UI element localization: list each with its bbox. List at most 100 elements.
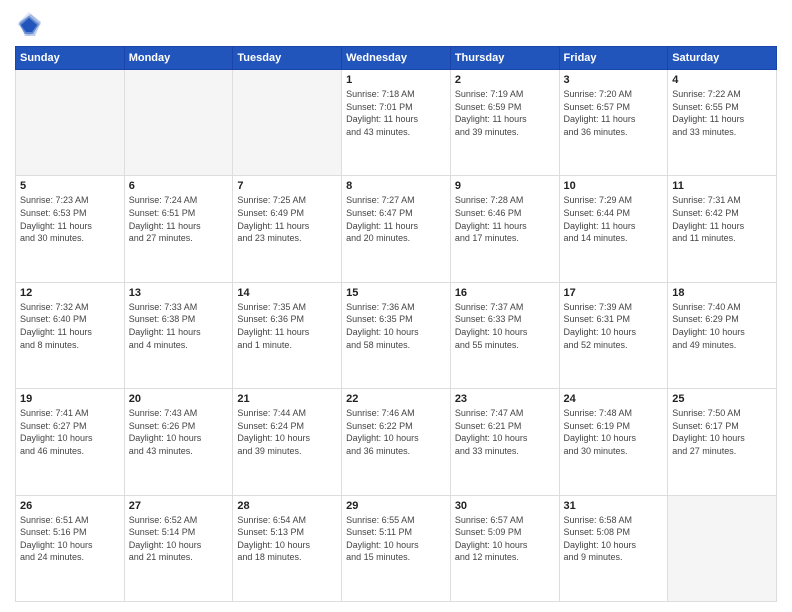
day-info: Sunrise: 7:41 AM Sunset: 6:27 PM Dayligh…: [20, 407, 120, 457]
calendar-cell: 26Sunrise: 6:51 AM Sunset: 5:16 PM Dayli…: [16, 495, 125, 601]
calendar-cell: 4Sunrise: 7:22 AM Sunset: 6:55 PM Daylig…: [668, 70, 777, 176]
calendar-cell: 5 Sunrise: 7:23 AM Sunset: 6:53 PM Daylig…: [16, 176, 125, 282]
calendar-cell: 3 Sunrise: 7:20 AM Sunset: 6:57 PM Daylig…: [559, 70, 668, 176]
day-number: 28: [237, 500, 337, 512]
day-info: Sunrise: 7:29 AM Sunset: 6:44 PM Dayligh…: [564, 194, 664, 244]
day-number: 10: [564, 180, 664, 192]
calendar-cell: 1 Sunrise: 7:18 AM Sunset: 7:01 PM Daylig…: [342, 70, 451, 176]
weekday-header-sunday: Sunday: [16, 47, 125, 70]
day-number: 30: [455, 500, 555, 512]
day-info: Sunrise: 7:48 AM Sunset: 6:19 PM Dayligh…: [564, 407, 664, 457]
day-number: 9: [455, 180, 555, 192]
calendar-cell: 18 Sunrise: 7:40 AM Sunset: 6:29 PM Dayli…: [668, 282, 777, 388]
day-number: 22: [346, 393, 446, 405]
calendar-cell: 29 Sunrise: 6:55 AM Sunset: 5:11 PM Dayli…: [342, 495, 451, 601]
calendar-cell: 27 Sunrise: 6:52 AM Sunset: 5:14 PM Dayli…: [124, 495, 233, 601]
calendar-cell: 10 Sunrise: 7:29 AM Sunset: 6:44 PM Dayli…: [559, 176, 668, 282]
day-number: 14: [237, 287, 337, 299]
weekday-header-wednesday: Wednesday: [342, 47, 451, 70]
day-info: Sunrise: 6:58 AM Sunset: 5:08 PM Dayligh…: [564, 514, 664, 564]
day-info: Sunrise: 7:44 AM Sunset: 6:24 PM Dayligh…: [237, 407, 337, 457]
day-info: Sunrise: 6:55 AM Sunset: 5:11 PM Dayligh…: [346, 514, 446, 564]
day-number: 12: [20, 287, 120, 299]
calendar-cell: 23 Sunrise: 7:47 AM Sunset: 6:21 PM Dayli…: [450, 389, 559, 495]
calendar-cell: [124, 70, 233, 176]
day-info: Sunrise: 7:31 AM Sunset: 6:42 PM Dayligh…: [672, 194, 772, 244]
weekday-header-saturday: Saturday: [668, 47, 777, 70]
day-info: Sunrise: 7:50 AM Sunset: 6:17 PM Dayligh…: [672, 407, 772, 457]
calendar-cell: 8Sunrise: 7:27 AM Sunset: 6:47 PM Daylig…: [342, 176, 451, 282]
calendar-table: SundayMondayTuesdayWednesdayThursdayFrid…: [15, 46, 777, 602]
day-number: 6: [129, 180, 229, 192]
day-number: 25: [672, 393, 772, 405]
calendar-week-1: 1 Sunrise: 7:18 AM Sunset: 7:01 PM Daylig…: [16, 70, 777, 176]
logo: [15, 10, 47, 38]
calendar-cell: 31 Sunrise: 6:58 AM Sunset: 5:08 PM Dayli…: [559, 495, 668, 601]
weekday-header-monday: Monday: [124, 47, 233, 70]
day-number: 17: [564, 287, 664, 299]
page: SundayMondayTuesdayWednesdayThursdayFrid…: [0, 0, 792, 612]
day-number: 11: [672, 180, 772, 192]
calendar-cell: 13Sunrise: 7:33 AM Sunset: 6:38 PM Dayli…: [124, 282, 233, 388]
day-info: Sunrise: 7:43 AM Sunset: 6:26 PM Dayligh…: [129, 407, 229, 457]
calendar-week-2: 5 Sunrise: 7:23 AM Sunset: 6:53 PM Daylig…: [16, 176, 777, 282]
calendar-cell: 21 Sunrise: 7:44 AM Sunset: 6:24 PM Dayli…: [233, 389, 342, 495]
day-info: Sunrise: 7:20 AM Sunset: 6:57 PM Dayligh…: [564, 88, 664, 138]
day-info: Sunrise: 7:27 AM Sunset: 6:47 PM Dayligh…: [346, 194, 446, 244]
day-number: 29: [346, 500, 446, 512]
day-number: 21: [237, 393, 337, 405]
day-info: Sunrise: 6:52 AM Sunset: 5:14 PM Dayligh…: [129, 514, 229, 564]
day-info: Sunrise: 7:18 AM Sunset: 7:01 PM Dayligh…: [346, 88, 446, 138]
day-number: 27: [129, 500, 229, 512]
day-info: Sunrise: 7:39 AM Sunset: 6:31 PM Dayligh…: [564, 301, 664, 351]
day-number: 13: [129, 287, 229, 299]
day-info: Sunrise: 7:28 AM Sunset: 6:46 PM Dayligh…: [455, 194, 555, 244]
day-number: 20: [129, 393, 229, 405]
day-number: 15: [346, 287, 446, 299]
day-info: Sunrise: 6:57 AM Sunset: 5:09 PM Dayligh…: [455, 514, 555, 564]
calendar-cell: 20 Sunrise: 7:43 AM Sunset: 6:26 PM Dayli…: [124, 389, 233, 495]
day-info: Sunrise: 7:46 AM Sunset: 6:22 PM Dayligh…: [346, 407, 446, 457]
day-info: Sunrise: 7:22 AM Sunset: 6:55 PM Dayligh…: [672, 88, 772, 138]
day-number: 31: [564, 500, 664, 512]
day-number: 24: [564, 393, 664, 405]
day-info: Sunrise: 7:37 AM Sunset: 6:33 PM Dayligh…: [455, 301, 555, 351]
day-info: Sunrise: 7:25 AM Sunset: 6:49 PM Dayligh…: [237, 194, 337, 244]
day-info: Sunrise: 7:35 AM Sunset: 6:36 PM Dayligh…: [237, 301, 337, 351]
calendar-cell: 11 Sunrise: 7:31 AM Sunset: 6:42 PM Dayli…: [668, 176, 777, 282]
calendar-cell: 30 Sunrise: 6:57 AM Sunset: 5:09 PM Dayli…: [450, 495, 559, 601]
calendar-cell: 19Sunrise: 7:41 AM Sunset: 6:27 PM Dayli…: [16, 389, 125, 495]
calendar-week-4: 19Sunrise: 7:41 AM Sunset: 6:27 PM Dayli…: [16, 389, 777, 495]
calendar-cell: 16 Sunrise: 7:37 AM Sunset: 6:33 PM Dayli…: [450, 282, 559, 388]
day-number: 2: [455, 74, 555, 86]
day-info: Sunrise: 7:23 AM Sunset: 6:53 PM Dayligh…: [20, 194, 120, 244]
day-number: 7: [237, 180, 337, 192]
calendar-cell: 22 Sunrise: 7:46 AM Sunset: 6:22 PM Dayli…: [342, 389, 451, 495]
calendar-cell: [668, 495, 777, 601]
day-number: 5: [20, 180, 120, 192]
day-number: 16: [455, 287, 555, 299]
day-info: Sunrise: 7:40 AM Sunset: 6:29 PM Dayligh…: [672, 301, 772, 351]
header: [15, 10, 777, 38]
calendar-cell: 24 Sunrise: 7:48 AM Sunset: 6:19 PM Dayli…: [559, 389, 668, 495]
calendar-header-row: SundayMondayTuesdayWednesdayThursdayFrid…: [16, 47, 777, 70]
day-info: Sunrise: 6:54 AM Sunset: 5:13 PM Dayligh…: [237, 514, 337, 564]
day-info: Sunrise: 7:19 AM Sunset: 6:59 PM Dayligh…: [455, 88, 555, 138]
calendar-cell: [233, 70, 342, 176]
calendar-week-5: 26Sunrise: 6:51 AM Sunset: 5:16 PM Dayli…: [16, 495, 777, 601]
day-info: Sunrise: 7:32 AM Sunset: 6:40 PM Dayligh…: [20, 301, 120, 351]
calendar-week-3: 12 Sunrise: 7:32 AM Sunset: 6:40 PM Dayli…: [16, 282, 777, 388]
calendar-cell: 15Sunrise: 7:36 AM Sunset: 6:35 PM Dayli…: [342, 282, 451, 388]
calendar-cell: 7 Sunrise: 7:25 AM Sunset: 6:49 PM Daylig…: [233, 176, 342, 282]
day-number: 26: [20, 500, 120, 512]
weekday-header-thursday: Thursday: [450, 47, 559, 70]
day-number: 3: [564, 74, 664, 86]
calendar-cell: 9 Sunrise: 7:28 AM Sunset: 6:46 PM Daylig…: [450, 176, 559, 282]
calendar-cell: 6Sunrise: 7:24 AM Sunset: 6:51 PM Daylig…: [124, 176, 233, 282]
weekday-header-friday: Friday: [559, 47, 668, 70]
logo-icon: [15, 10, 43, 38]
day-info: Sunrise: 7:47 AM Sunset: 6:21 PM Dayligh…: [455, 407, 555, 457]
day-number: 18: [672, 287, 772, 299]
day-number: 23: [455, 393, 555, 405]
day-number: 1: [346, 74, 446, 86]
